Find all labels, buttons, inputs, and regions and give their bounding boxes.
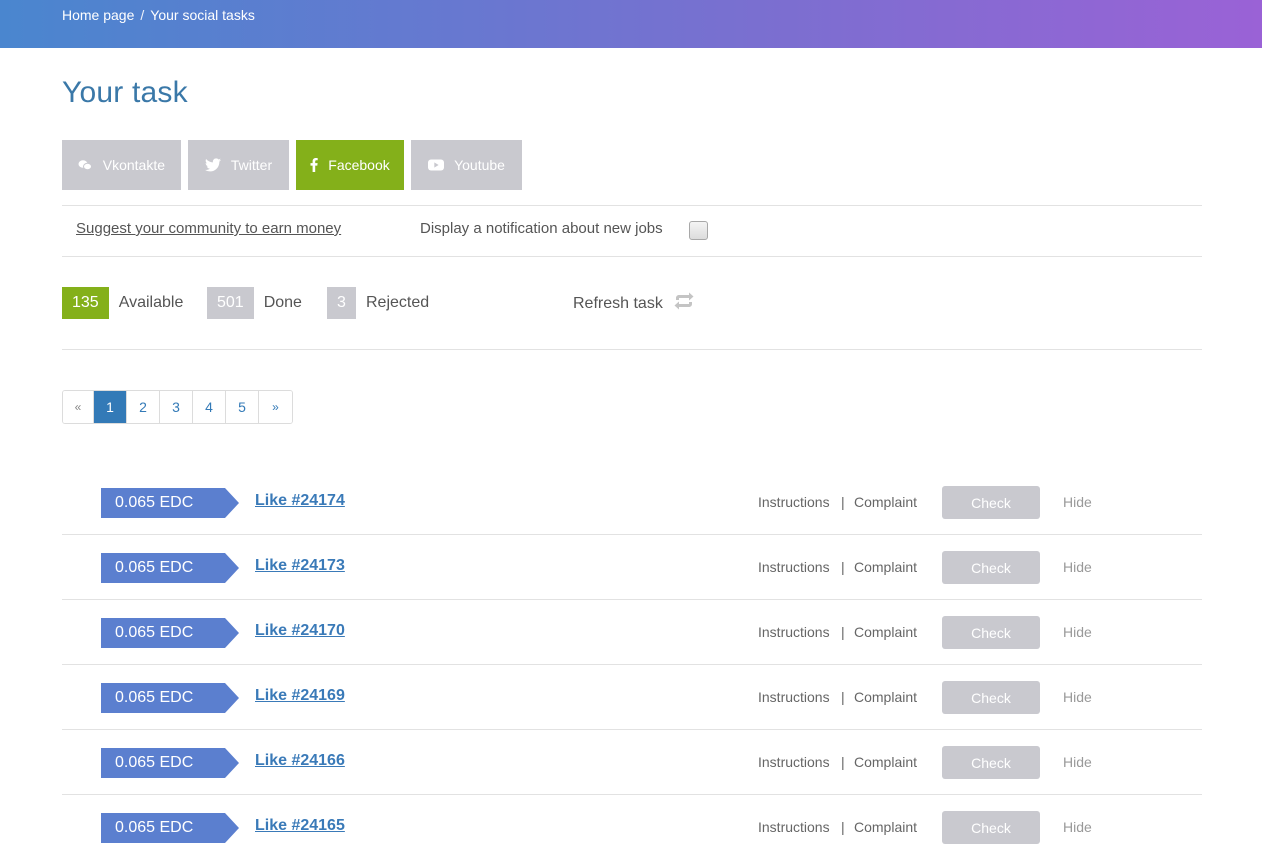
- page-4[interactable]: 4: [193, 391, 226, 423]
- action-separator: |: [841, 494, 845, 510]
- instructions-link[interactable]: Instructions: [758, 494, 830, 510]
- page-1[interactable]: 1: [94, 391, 127, 423]
- price-value: 0.065 EDC: [115, 689, 194, 706]
- page-5[interactable]: 5: [226, 391, 259, 423]
- action-separator: |: [841, 689, 845, 705]
- task-link[interactable]: Like #24173: [255, 557, 345, 575]
- hide-link[interactable]: Hide: [1063, 754, 1092, 770]
- divider: [62, 205, 1202, 206]
- task-link[interactable]: Like #24170: [255, 622, 345, 640]
- task-row: 0.065 EDC Like #24166 Instructions | Com…: [62, 730, 1202, 795]
- suggest-community-link[interactable]: Suggest your community to earn money: [76, 220, 341, 237]
- price-tag: 0.065 EDC: [101, 488, 239, 518]
- breadcrumb-home-link[interactable]: Home page: [62, 7, 134, 23]
- rejected-counter: 3 Rejected: [327, 287, 429, 319]
- page-2[interactable]: 2: [127, 391, 160, 423]
- divider: [62, 256, 1202, 257]
- price-tag: 0.065 EDC: [101, 813, 239, 843]
- task-row: 0.065 EDC Like #24170 Instructions | Com…: [62, 600, 1202, 665]
- notify-label: Display a notification about new jobs: [420, 220, 663, 237]
- page-3[interactable]: 3: [160, 391, 193, 423]
- task-row: 0.065 EDC Like #24165 Instructions | Com…: [62, 795, 1202, 857]
- done-counter: 501 Done: [207, 287, 302, 319]
- tab-label: Twitter: [230, 157, 273, 173]
- top-banner: Home page / Your social tasks: [0, 0, 1262, 48]
- complaint-link[interactable]: Complaint: [854, 689, 917, 705]
- price-value: 0.065 EDC: [115, 819, 194, 836]
- pagination: « 1 2 3 4 5 »: [62, 390, 293, 424]
- complaint-link[interactable]: Complaint: [854, 819, 917, 835]
- hide-link[interactable]: Hide: [1063, 559, 1092, 575]
- check-button[interactable]: Check: [942, 681, 1040, 714]
- available-counter: 135 Available: [62, 287, 183, 319]
- facebook-icon: [310, 157, 318, 173]
- hide-link[interactable]: Hide: [1063, 494, 1092, 510]
- price-tag: 0.065 EDC: [101, 683, 239, 713]
- tab-youtube[interactable]: Youtube: [411, 140, 522, 190]
- notify-checkbox[interactable]: [689, 221, 708, 240]
- available-label: Available: [118, 294, 184, 311]
- task-link[interactable]: Like #24166: [255, 752, 345, 770]
- price-value: 0.065 EDC: [115, 559, 194, 576]
- action-separator: |: [841, 624, 845, 640]
- tab-vkontakte[interactable]: Vkontakte: [62, 140, 181, 190]
- tab-label: Facebook: [328, 157, 390, 173]
- price-tag: 0.065 EDC: [101, 618, 239, 648]
- price-tag: 0.065 EDC: [101, 553, 239, 583]
- done-label: Done: [263, 294, 302, 311]
- tab-label: Youtube: [454, 157, 505, 173]
- complaint-link[interactable]: Complaint: [854, 624, 917, 640]
- instructions-link[interactable]: Instructions: [758, 559, 830, 575]
- done-count: 501: [207, 287, 254, 319]
- page-title: Your task: [62, 76, 188, 109]
- price-value: 0.065 EDC: [115, 754, 194, 771]
- available-count: 135: [62, 287, 109, 319]
- rejected-count: 3: [327, 287, 356, 319]
- instructions-link[interactable]: Instructions: [758, 819, 830, 835]
- action-separator: |: [841, 819, 845, 835]
- task-row: 0.065 EDC Like #24169 Instructions | Com…: [62, 665, 1202, 730]
- complaint-link[interactable]: Complaint: [854, 494, 917, 510]
- breadcrumb-current: Your social tasks: [150, 7, 255, 23]
- page-prev[interactable]: «: [63, 391, 94, 423]
- breadcrumb: Home page / Your social tasks: [62, 7, 255, 23]
- task-link[interactable]: Like #24174: [255, 492, 345, 510]
- refresh-task-button[interactable]: Refresh task: [573, 292, 695, 315]
- social-tabs: Vkontakte Twitter Facebook Youtube: [62, 140, 522, 190]
- youtube-icon: [428, 157, 445, 173]
- check-button[interactable]: Check: [942, 616, 1040, 649]
- instructions-link[interactable]: Instructions: [758, 754, 830, 770]
- complaint-link[interactable]: Complaint: [854, 559, 917, 575]
- check-button[interactable]: Check: [942, 746, 1040, 779]
- rejected-label: Rejected: [366, 294, 430, 311]
- tab-facebook[interactable]: Facebook: [296, 140, 404, 190]
- action-separator: |: [841, 754, 845, 770]
- hide-link[interactable]: Hide: [1063, 819, 1092, 835]
- page-next[interactable]: »: [259, 391, 292, 423]
- hide-link[interactable]: Hide: [1063, 624, 1092, 640]
- action-separator: |: [841, 559, 845, 575]
- twitter-icon: [204, 157, 221, 173]
- task-link[interactable]: Like #24169: [255, 687, 345, 705]
- task-link[interactable]: Like #24165: [255, 817, 345, 835]
- instructions-link[interactable]: Instructions: [758, 624, 830, 640]
- price-value: 0.065 EDC: [115, 624, 194, 641]
- hide-link[interactable]: Hide: [1063, 689, 1092, 705]
- breadcrumb-separator: /: [140, 7, 145, 23]
- complaint-link[interactable]: Complaint: [854, 754, 917, 770]
- vk-icon: [78, 157, 93, 173]
- check-button[interactable]: Check: [942, 551, 1040, 584]
- instructions-link[interactable]: Instructions: [758, 689, 830, 705]
- task-row: 0.065 EDC Like #24173 Instructions | Com…: [62, 535, 1202, 600]
- check-button[interactable]: Check: [942, 486, 1040, 519]
- refresh-label: Refresh task: [573, 294, 663, 312]
- task-row: 0.065 EDC Like #24174 Instructions | Com…: [62, 470, 1202, 535]
- refresh-icon: [673, 292, 695, 315]
- tab-label: Vkontakte: [102, 157, 165, 173]
- divider: [62, 349, 1202, 350]
- tab-twitter[interactable]: Twitter: [188, 140, 289, 190]
- price-tag: 0.065 EDC: [101, 748, 239, 778]
- price-value: 0.065 EDC: [115, 494, 194, 511]
- check-button[interactable]: Check: [942, 811, 1040, 844]
